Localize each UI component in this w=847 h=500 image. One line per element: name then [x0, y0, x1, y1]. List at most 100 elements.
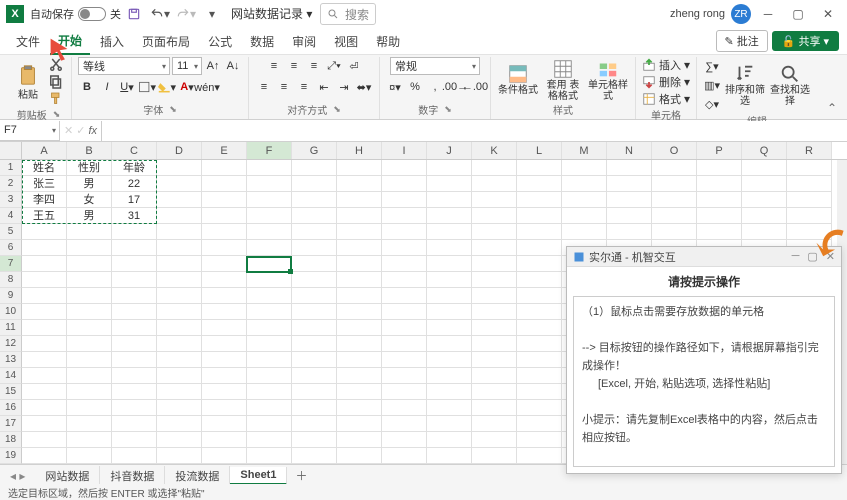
cell[interactable] [202, 400, 247, 416]
fill-color-icon[interactable]: ▾ [158, 78, 176, 96]
cell[interactable] [517, 288, 562, 304]
confirm-formula-icon[interactable]: ✓ [76, 124, 85, 137]
row-header[interactable]: 14 [0, 368, 22, 384]
share-button[interactable]: 🔓 共享 ▾ [772, 31, 839, 51]
cell[interactable] [67, 384, 112, 400]
col-header[interactable]: J [427, 142, 472, 159]
cell[interactable] [67, 272, 112, 288]
cell[interactable] [292, 320, 337, 336]
cell[interactable] [112, 416, 157, 432]
cell[interactable] [202, 256, 247, 272]
search-input[interactable]: 搜索 [320, 3, 376, 25]
cell[interactable] [742, 208, 787, 224]
cell[interactable] [202, 352, 247, 368]
indent-inc-icon[interactable]: ⇥ [335, 78, 353, 96]
wrap-text-icon[interactable]: ⏎ [345, 57, 363, 75]
comments-button[interactable]: ✎ 批注 [716, 30, 768, 52]
cell[interactable] [337, 384, 382, 400]
cell[interactable] [427, 400, 472, 416]
cell[interactable]: 姓名 [22, 160, 67, 176]
col-header[interactable]: A [22, 142, 67, 159]
cell[interactable] [337, 160, 382, 176]
cell[interactable] [292, 416, 337, 432]
col-header[interactable]: H [337, 142, 382, 159]
cell[interactable]: 17 [112, 192, 157, 208]
col-header[interactable]: F [247, 142, 292, 159]
col-header[interactable]: C [112, 142, 157, 159]
cell[interactable] [382, 368, 427, 384]
row-header[interactable]: 8 [0, 272, 22, 288]
cell[interactable] [517, 224, 562, 240]
cell[interactable] [202, 320, 247, 336]
cell[interactable] [202, 368, 247, 384]
sheet-tab[interactable]: 网站数据 [35, 466, 100, 486]
autosum-icon[interactable]: ∑▾ [703, 57, 721, 75]
cell[interactable] [427, 352, 472, 368]
cell[interactable] [427, 384, 472, 400]
cell[interactable] [562, 208, 607, 224]
cell[interactable] [157, 320, 202, 336]
menu-formula[interactable]: 公式 [200, 29, 240, 54]
cell[interactable] [337, 288, 382, 304]
cell[interactable] [562, 192, 607, 208]
col-header[interactable]: D [157, 142, 202, 159]
row-header[interactable]: 18 [0, 432, 22, 448]
row-header[interactable]: 5 [0, 224, 22, 240]
autosave-toggle[interactable]: 自动保存 关 [30, 6, 121, 22]
cell[interactable] [202, 272, 247, 288]
menu-layout[interactable]: 页面布局 [134, 29, 198, 54]
cell[interactable] [697, 192, 742, 208]
cell[interactable] [337, 432, 382, 448]
cell[interactable] [472, 416, 517, 432]
cell[interactable] [382, 208, 427, 224]
cell[interactable] [427, 256, 472, 272]
cell[interactable]: 男 [67, 176, 112, 192]
qat-dropdown-icon[interactable]: ▾ [201, 3, 223, 25]
row-header[interactable]: 19 [0, 448, 22, 464]
cell[interactable] [427, 368, 472, 384]
cell[interactable] [22, 368, 67, 384]
cell[interactable] [157, 336, 202, 352]
cell[interactable] [157, 448, 202, 464]
cell[interactable] [67, 416, 112, 432]
cell[interactable] [382, 304, 427, 320]
redo-icon[interactable]: ▾ [175, 3, 197, 25]
cell[interactable] [247, 192, 292, 208]
cell[interactable] [292, 208, 337, 224]
cell[interactable] [157, 224, 202, 240]
cell[interactable] [247, 368, 292, 384]
sort-filter-button[interactable]: 排序和筛选 [724, 63, 766, 107]
close-button[interactable]: ✕ [815, 3, 841, 25]
menu-home[interactable]: 开始 [50, 28, 90, 55]
cell[interactable] [652, 160, 697, 176]
row-header[interactable]: 16 [0, 400, 22, 416]
cell[interactable] [787, 192, 832, 208]
row-header[interactable]: 12 [0, 336, 22, 352]
align-bot-icon[interactable]: ≡ [305, 57, 323, 75]
toggle-switch[interactable] [78, 7, 106, 21]
delete-cells-button[interactable]: 删除 ▾ [642, 74, 690, 90]
cell[interactable] [67, 432, 112, 448]
cell[interactable] [562, 176, 607, 192]
cell[interactable] [427, 240, 472, 256]
cell[interactable] [337, 192, 382, 208]
cell[interactable] [202, 336, 247, 352]
currency-icon[interactable]: ¤▾ [386, 78, 404, 96]
cell[interactable] [382, 448, 427, 464]
cell[interactable] [472, 336, 517, 352]
cell[interactable] [427, 192, 472, 208]
col-header[interactable]: R [787, 142, 832, 159]
cell[interactable] [472, 224, 517, 240]
cell[interactable] [517, 384, 562, 400]
copy-icon[interactable] [47, 74, 65, 90]
cell[interactable] [472, 400, 517, 416]
align-top-icon[interactable]: ≡ [265, 57, 283, 75]
menu-insert[interactable]: 插入 [92, 29, 132, 54]
cell[interactable] [157, 208, 202, 224]
cell[interactable] [247, 336, 292, 352]
insert-cells-button[interactable]: 插入 ▾ [642, 57, 690, 73]
row-header[interactable]: 1 [0, 160, 22, 176]
cell[interactable] [67, 352, 112, 368]
cell[interactable]: 王五 [22, 208, 67, 224]
cell[interactable] [472, 352, 517, 368]
